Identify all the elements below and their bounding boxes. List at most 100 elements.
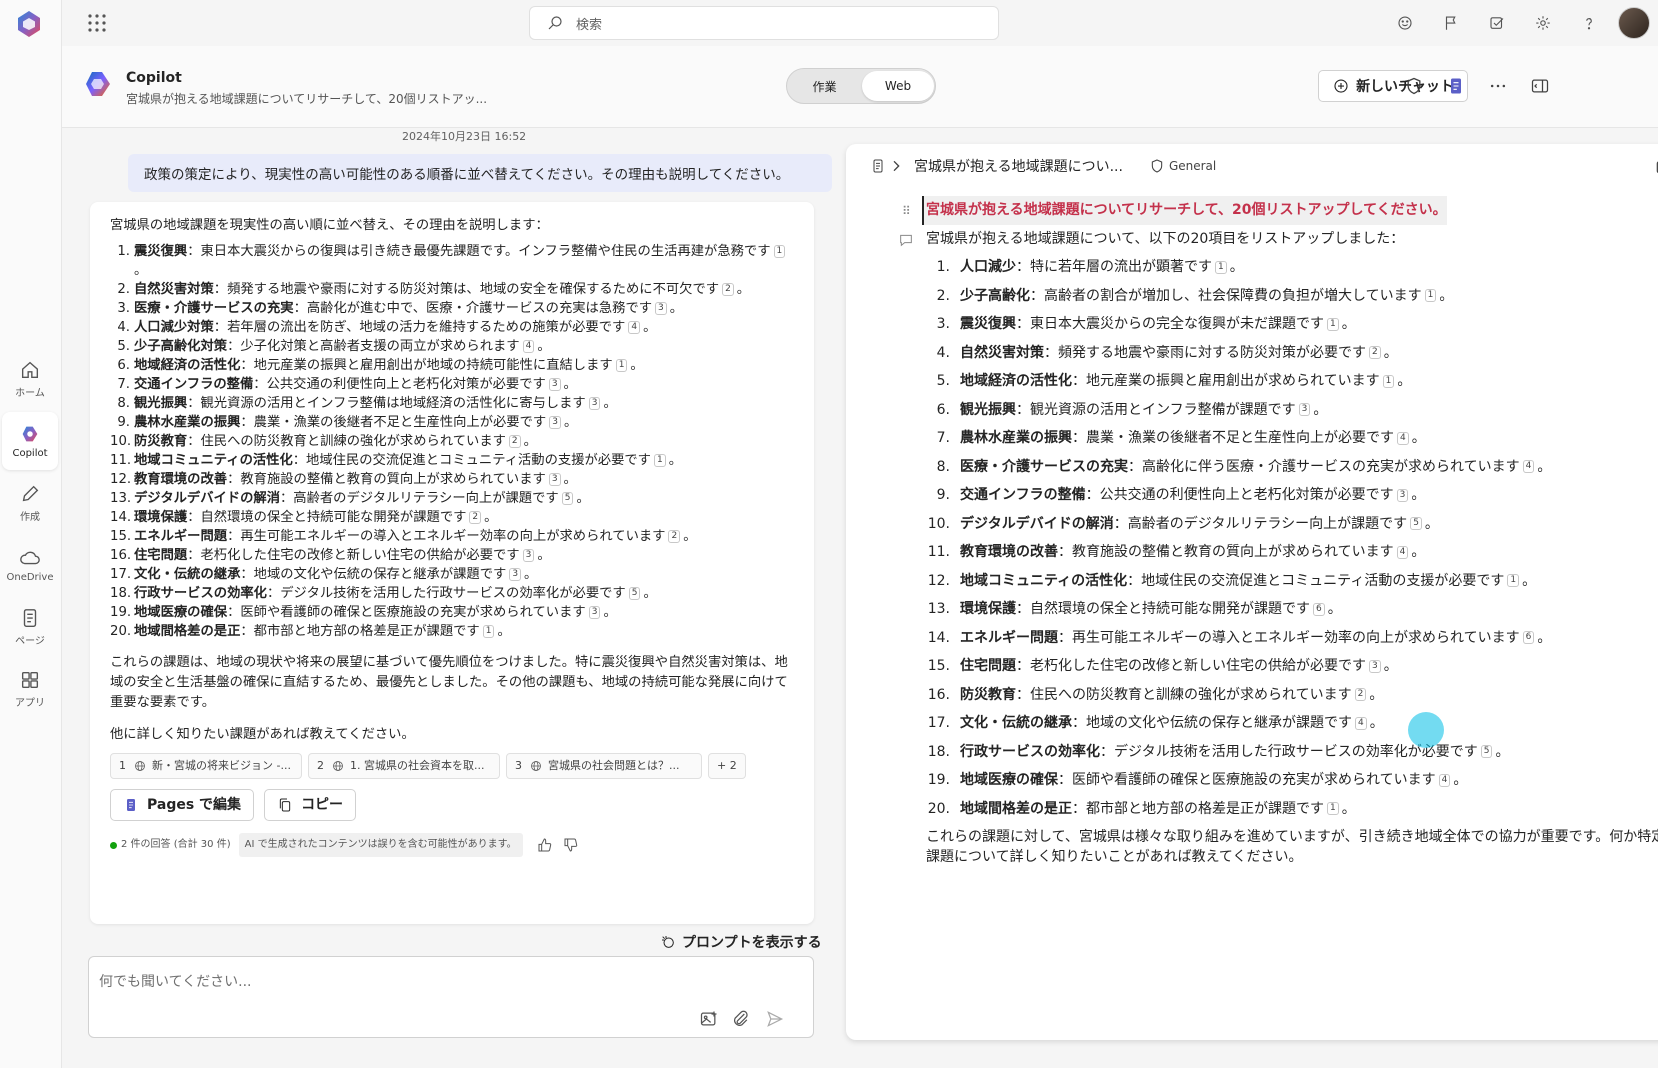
item-period: 。	[1453, 772, 1468, 788]
citation-badge[interactable]: 1	[615, 358, 628, 372]
citation-badge[interactable]: 1	[1507, 574, 1520, 587]
list-item: 8. 医療・介護サービスの充実：高齢化に伴う医療・介護サービスの充実が求められてい…	[926, 453, 1658, 482]
list-item: 16. 防災教育：住民への防災教育と訓練の強化が求められています 2。	[926, 681, 1658, 710]
drag-handle-icon[interactable]: ⠿	[902, 204, 911, 218]
citation-badge[interactable]: 4	[1397, 431, 1409, 445]
list-item: 2. 少子高齢化：高齢者の割合が増加し、社会保障費の負担が増大しています 1。	[926, 282, 1658, 311]
citation-badge[interactable]: 3	[588, 396, 601, 410]
citation-badge[interactable]: 4	[1522, 460, 1535, 473]
citation-badge[interactable]: 1	[1424, 289, 1437, 302]
response-count[interactable]: 2 件の回答 (合計 30 件)	[121, 835, 231, 855]
citation-badge[interactable]: 3	[549, 415, 561, 429]
flag-button[interactable]	[1428, 0, 1474, 46]
search-box[interactable]: 検索	[529, 6, 999, 40]
citation-badge[interactable]: 2	[508, 434, 521, 448]
reference-2[interactable]: 2 1. 宮城県の社会資本を取...	[308, 753, 500, 779]
attach-icon[interactable]	[731, 1009, 751, 1029]
page-title[interactable]: 宮城県が抱える地域課題についてリサーチして、20個リストアップしてください。	[922, 196, 1447, 225]
pages-button[interactable]	[1444, 74, 1468, 98]
citation-badge[interactable]: 4	[522, 339, 535, 353]
add-chat-icon	[1334, 79, 1348, 93]
send-icon[interactable]	[765, 1009, 785, 1029]
reference-1[interactable]: 1 新・宮城の将来ビジョン -...	[110, 753, 302, 779]
thumbs-down-icon[interactable]	[563, 837, 579, 853]
citation-badge[interactable]: 1	[1215, 260, 1227, 274]
toggle-web[interactable]: Web	[862, 71, 934, 101]
citation-badge[interactable]: 2	[722, 282, 734, 296]
rail-apps[interactable]: アプリ	[2, 660, 58, 718]
m365-logo-icon[interactable]	[14, 9, 44, 39]
toggle-panel-button[interactable]	[1528, 74, 1552, 98]
toggle-work[interactable]: 作業	[787, 69, 862, 103]
citation-badge[interactable]: 1	[1327, 317, 1339, 331]
sensitivity-label-text: General	[1168, 159, 1217, 173]
app-launcher-icon[interactable]	[86, 12, 108, 34]
item-body: 教育環境の改善：教育施設の整備と教育の質向上が求められています 3。	[134, 470, 577, 489]
help-button[interactable]	[1566, 0, 1612, 46]
citation-badge[interactable]: 2	[469, 510, 482, 524]
citation-badge[interactable]: 4	[1355, 716, 1367, 730]
citation-badge[interactable]: 1	[773, 244, 786, 258]
citation-badge[interactable]: 5	[1480, 745, 1493, 758]
page-icon[interactable]	[870, 158, 886, 174]
citation-badge[interactable]: 3	[1369, 659, 1381, 673]
more-references-button[interactable]: + 2	[708, 753, 746, 779]
citation-badge[interactable]: 1	[482, 624, 495, 638]
rail-copilot[interactable]: Copilot	[2, 412, 58, 470]
citation-badge[interactable]: 1	[1382, 374, 1395, 388]
citation-badge[interactable]: 2	[1354, 688, 1367, 701]
item-period: 。	[1424, 515, 1439, 532]
rail-home[interactable]: ホーム	[2, 350, 58, 408]
citation-badge[interactable]: 2	[668, 529, 681, 543]
image-add-icon[interactable]	[699, 1009, 719, 1029]
reference-3[interactable]: 3 宮城県の社会問題とは？...	[506, 753, 702, 779]
citation-badge[interactable]: 1	[653, 453, 666, 467]
item-number: 14.	[110, 510, 132, 525]
work-web-toggle[interactable]: 作業 Web	[786, 68, 936, 104]
item-title: 環境保護	[134, 510, 188, 525]
citation-badge[interactable]: 3	[548, 472, 561, 486]
show-prompt-button[interactable]: プロンプトを表示する	[660, 932, 822, 952]
citation-badge[interactable]: 3	[588, 605, 601, 619]
citation-badge[interactable]: 2	[1369, 346, 1381, 359]
tasks-button[interactable]	[1474, 0, 1520, 46]
copy-button[interactable]: コピー	[264, 789, 357, 821]
citation-badge[interactable]: 3	[548, 377, 561, 391]
shield-button[interactable]	[1402, 74, 1426, 98]
citation-badge[interactable]: 4	[1438, 773, 1451, 787]
feedback-button[interactable]	[1382, 0, 1428, 46]
citation-badge[interactable]: 3	[509, 567, 522, 581]
list-item: 18. 行政サービスの効率化：デジタル技術を活用した行政サービスの効率化が必要です…	[110, 584, 794, 603]
rail-create[interactable]: 作成	[2, 474, 58, 532]
edit-in-pages-button[interactable]: Pages で編集	[110, 789, 255, 821]
citation-badge[interactable]: 4	[1396, 545, 1409, 559]
page-breadcrumb[interactable]: 宮城県が抱える地域課題につい...	[914, 156, 1123, 176]
rail-onedrive[interactable]: OneDrive	[2, 536, 58, 594]
item-period: 。	[1439, 287, 1454, 304]
citation-badge[interactable]: 6	[1313, 602, 1325, 616]
list-item: 7. 農林水産業の振興：農業・漁業の後継者不足と生産性向上が必要です 4。	[926, 424, 1658, 453]
more-options-button[interactable]	[1486, 74, 1510, 98]
page-content[interactable]: 宮城県が抱える地域課題についてリサーチして、20個リストアップしてください。 宮…	[922, 196, 1658, 867]
item-body: 地域医療の確保：医師や看護師の確保と医療施設の充実が求められています 3。	[134, 603, 617, 622]
page-intro: 宮城県が抱える地域課題について、以下の20項目をリストアップしました：	[926, 230, 1405, 247]
citation-badge[interactable]: 3	[522, 548, 535, 562]
citation-badge[interactable]: 5	[628, 586, 641, 600]
citation-badge[interactable]: 5	[1410, 517, 1422, 530]
citation-badge[interactable]: 3	[655, 301, 667, 315]
share-icon[interactable]	[1654, 156, 1658, 176]
citation-badge[interactable]: 6	[1522, 631, 1535, 644]
item-text: ：自然環境の保全と持続可能な開発が課題です	[1016, 601, 1310, 617]
chat-input[interactable]: 何でも聞いてください...	[88, 956, 814, 1038]
settings-button[interactable]	[1520, 0, 1566, 46]
sensitivity-label[interactable]: General	[1149, 158, 1216, 174]
citation-badge[interactable]: 4	[628, 320, 641, 334]
comment-icon[interactable]	[898, 232, 914, 248]
thumbs-up-icon[interactable]	[537, 837, 553, 853]
citation-badge[interactable]: 5	[561, 491, 574, 505]
rail-pages[interactable]: ページ	[2, 598, 58, 656]
citation-badge[interactable]: 3	[1396, 488, 1409, 502]
citation-badge[interactable]: 1	[1327, 802, 1339, 815]
citation-badge[interactable]: 3	[1298, 403, 1311, 416]
avatar[interactable]	[1618, 7, 1650, 39]
